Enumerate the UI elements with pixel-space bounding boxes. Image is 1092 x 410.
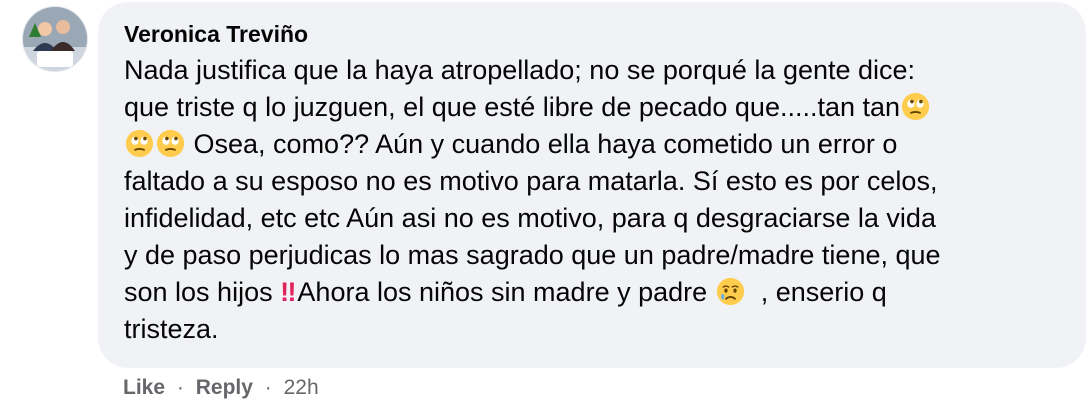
comment-line: que triste q lo juzguen, el que esté lib…	[124, 89, 1062, 126]
sad-but-relieved-face-icon	[716, 277, 744, 306]
comment-actions: Like · Reply · 22h	[123, 374, 319, 402]
separator: ·	[176, 376, 184, 399]
comment-bubble: Veronica Treviño Nada justifica que la h…	[98, 2, 1086, 368]
comment-line: infidelidad, etc etc Aún asi no es motiv…	[124, 203, 936, 233]
reply-button[interactable]: Reply	[196, 376, 253, 399]
comment-line-text: son los hijos	[124, 277, 273, 307]
comment-line: y de paso perjudicas lo mas sagrado que …	[124, 240, 941, 270]
face-with-rolling-eyes-icon	[156, 129, 185, 158]
comment-line: son los hijos ‼ Ahora los niños sin madre…	[124, 274, 1062, 311]
like-button[interactable]: Like	[123, 376, 165, 399]
comment-line: faltado a su esposo no es motivo para ma…	[124, 166, 938, 196]
separator: ·	[264, 376, 272, 399]
face-with-rolling-eyes-icon	[901, 92, 930, 121]
comment-line-text: , enserio q	[760, 277, 887, 307]
avatar[interactable]	[22, 6, 88, 72]
comment-author[interactable]: Veronica Treviño	[124, 20, 1062, 48]
comment-line-text: Ahora los niños sin madre y padre	[297, 277, 708, 307]
comment-line-text: que triste q lo juzguen, el que esté lib…	[124, 92, 901, 122]
timestamp[interactable]: 22h	[284, 376, 319, 399]
comment-line: Osea, como?? Aún y cuando ella haya come…	[124, 126, 1062, 163]
face-with-rolling-eyes-icon	[125, 129, 154, 158]
comment-text: Nada justifica que la haya atropellado; …	[124, 52, 1062, 348]
comment-line-text: Osea, como?? Aún y cuando ella haya come…	[193, 129, 898, 159]
double-exclamation-icon: ‼	[280, 277, 296, 307]
comment-line: Nada justifica que la haya atropellado; …	[124, 55, 916, 85]
comment-line: tristeza.	[124, 314, 219, 344]
